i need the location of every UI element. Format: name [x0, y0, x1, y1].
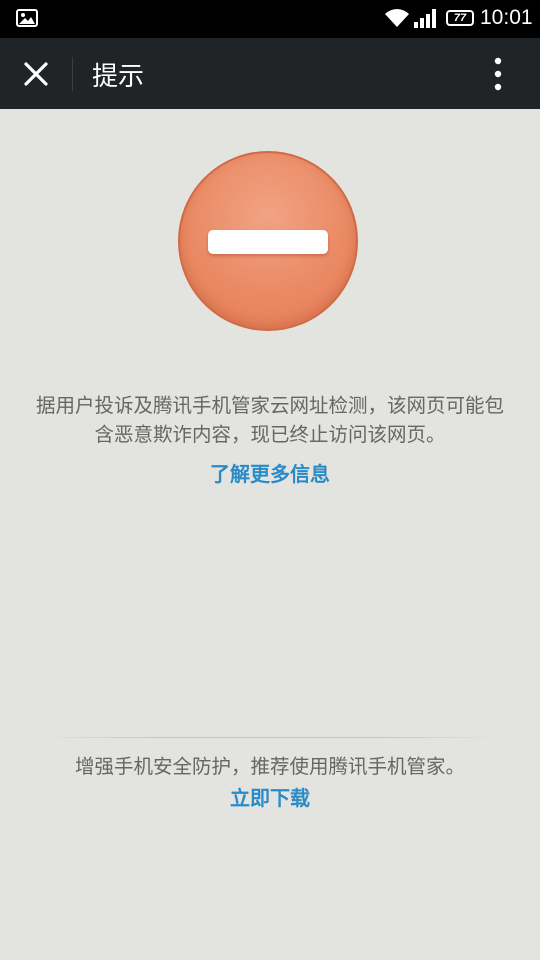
no-entry-icon: [178, 151, 358, 331]
battery-icon: 77: [446, 10, 474, 26]
battery-level: 77: [453, 12, 467, 24]
promo-text: 增强手机安全防护，推荐使用腾讯手机管家。: [74, 755, 465, 778]
page-title: 提示: [92, 62, 145, 92]
signal-icon: [414, 9, 436, 28]
title-bar: 提示: [0, 38, 540, 109]
download-link[interactable]: 立即下载: [0, 782, 540, 811]
divider: [40, 737, 500, 738]
more-info-link[interactable]: 了解更多信息: [0, 458, 540, 487]
gallery-icon: [16, 9, 38, 27]
title-divider: [72, 57, 73, 91]
clock: 10:01: [480, 6, 533, 29]
close-icon[interactable]: [12, 50, 60, 98]
more-vertical-icon[interactable]: [476, 50, 520, 98]
no-entry-bar: [208, 230, 328, 254]
wifi-icon: [385, 9, 409, 27]
warning-message: 据用户投诉及腾讯手机管家云网址检测，该网页可能包含恶意欺诈内容，现已终止访问该网…: [35, 394, 504, 446]
status-bar: 77 10:01: [0, 0, 540, 38]
